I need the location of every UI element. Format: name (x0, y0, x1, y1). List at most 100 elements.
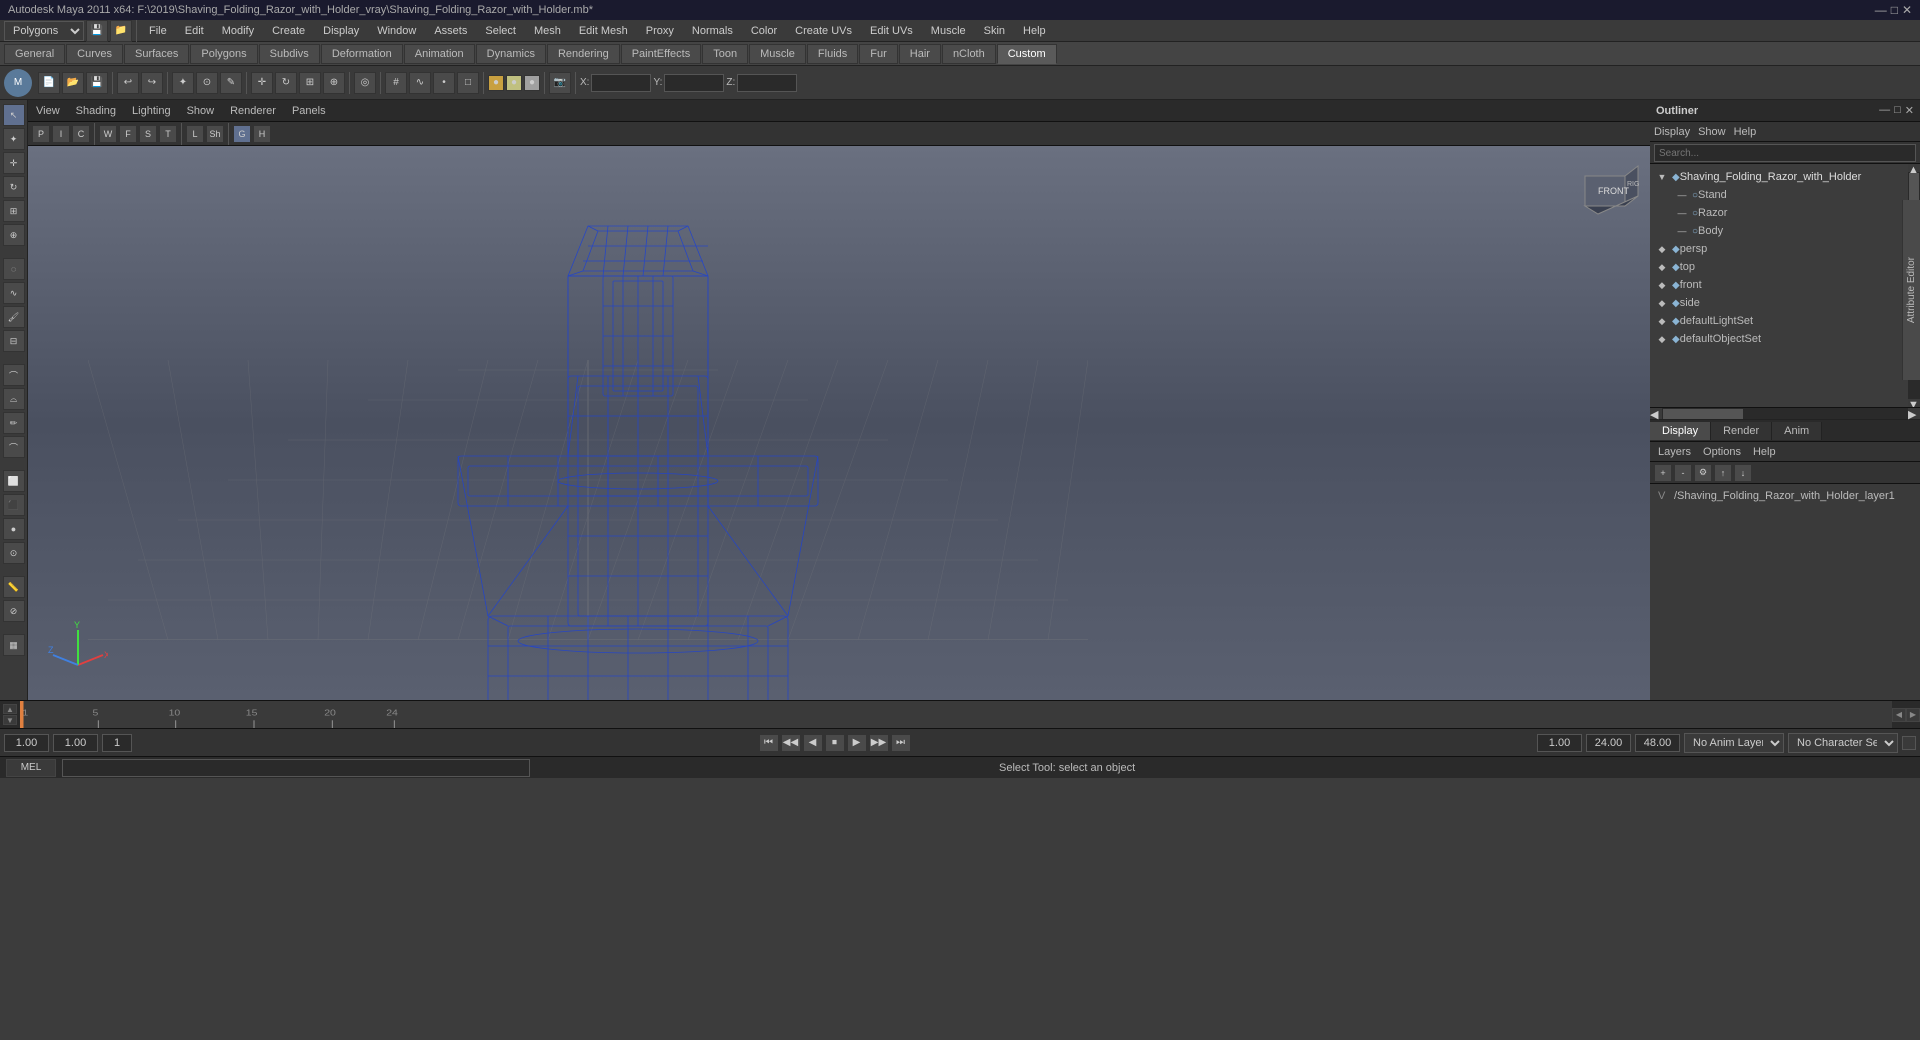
param-btn[interactable]: ⊘ (3, 600, 25, 622)
ep-curve-btn[interactable]: ⌓ (3, 388, 25, 410)
menu-window[interactable]: Window (369, 23, 424, 39)
menu-create-uvs[interactable]: Create UVs (787, 23, 860, 39)
open-btn[interactable]: 📁 (110, 20, 132, 42)
poly-plane-btn[interactable]: ⬜ (3, 470, 25, 492)
arc-btn[interactable]: ⌒ (3, 436, 25, 458)
move-btn[interactable]: ✛ (251, 72, 273, 94)
snap-view-btn[interactable]: □ (457, 72, 479, 94)
tab-fur[interactable]: Fur (859, 44, 898, 64)
tab-subdivs[interactable]: Subdivs (259, 44, 320, 64)
rotate-btn[interactable]: ↻ (275, 72, 297, 94)
stop-btn[interactable]: ⏹ (825, 734, 845, 752)
x-field[interactable] (591, 74, 651, 92)
vp-light-btn[interactable]: L (186, 125, 204, 143)
prev-frame-btn[interactable]: ◀ (803, 734, 823, 752)
layer-options-btn[interactable]: ⚙ (1694, 464, 1712, 482)
menu-normals[interactable]: Normals (684, 23, 741, 39)
vp-perspective-btn[interactable]: P (32, 125, 50, 143)
minimize-btn[interactable]: — (1875, 3, 1887, 17)
menu-color[interactable]: Color (743, 23, 785, 39)
outliner-display-menu[interactable]: Display (1654, 126, 1690, 138)
step-back-btn[interactable]: ◀◀ (781, 734, 801, 752)
outliner-float[interactable]: □ (1894, 104, 1901, 117)
menu-edit[interactable]: Edit (177, 23, 212, 39)
vp-grid-btn[interactable]: G (233, 125, 251, 143)
outliner-search-input[interactable] (1654, 144, 1916, 162)
tab-curves[interactable]: Curves (66, 44, 123, 64)
auto-key-btn[interactable] (1902, 736, 1916, 750)
help-menu[interactable]: Help (1753, 446, 1776, 458)
step-fwd-btn[interactable]: ▶▶ (869, 734, 889, 752)
pencil-btn[interactable]: ✏ (3, 412, 25, 434)
range-start-field[interactable] (4, 734, 49, 752)
scroll-left-btn[interactable]: ◀ (1650, 408, 1662, 419)
del-layer-btn[interactable]: - (1674, 464, 1692, 482)
range-start-field2[interactable] (53, 734, 98, 752)
view-cube[interactable]: FRONT RIGHT (1570, 156, 1640, 226)
command-input[interactable] (62, 759, 530, 777)
mode-dropdown[interactable]: Polygons Surfaces Dynamics Rendering Ani… (4, 21, 84, 41)
select-tool-btn[interactable]: ↖ (3, 104, 25, 126)
attribute-editor-tab[interactable]: Attribute Editor (1902, 200, 1920, 380)
tree-item-persp[interactable]: ◆ ◆ persp (1650, 240, 1908, 258)
menu-modify[interactable]: Modify (214, 23, 262, 39)
light-btn2[interactable]: ● (506, 75, 522, 91)
tab-custom[interactable]: Custom (997, 44, 1057, 64)
window-controls[interactable]: — □ ✕ (1875, 3, 1912, 17)
tree-item-defaultlightset[interactable]: ◆ ◆ defaultLightSet (1650, 312, 1908, 330)
options-menu[interactable]: Options (1703, 446, 1741, 458)
panels-menu[interactable]: Panels (292, 105, 326, 117)
scale-tool-btn[interactable]: ⊞ (3, 200, 25, 222)
outliner-help-menu[interactable]: Help (1734, 126, 1757, 138)
menu-edit-mesh[interactable]: Edit Mesh (571, 23, 636, 39)
tab-polygons[interactable]: Polygons (190, 44, 257, 64)
scroll-up-btn[interactable]: ▲ (1908, 164, 1920, 172)
poly-sphere-btn[interactable]: ● (3, 518, 25, 540)
open-file-btn[interactable]: 📂 (62, 72, 84, 94)
tab-deformation[interactable]: Deformation (321, 44, 403, 64)
measure-tool-btn[interactable]: 📏 (3, 576, 25, 598)
render-region-btn[interactable]: ▦ (3, 634, 25, 656)
tree-item-stand[interactable]: — ○ Stand (1650, 186, 1908, 204)
outliner-show-menu[interactable]: Show (1698, 126, 1726, 138)
show-manip-btn[interactable]: ⊕ (3, 224, 25, 246)
command-mode-indicator[interactable]: MEL (6, 759, 56, 777)
tab-surfaces[interactable]: Surfaces (124, 44, 189, 64)
lasso-tool-btn[interactable]: ◌ (3, 258, 25, 280)
poly-cube-btn[interactable]: ⬛ (3, 494, 25, 516)
tab-toon[interactable]: Toon (702, 44, 748, 64)
menu-skin[interactable]: Skin (976, 23, 1013, 39)
menu-select[interactable]: Select (477, 23, 524, 39)
tree-item-root[interactable]: ▼ ◆ Shaving_Folding_Razor_with_Holder (1650, 168, 1908, 186)
timeline-down-btn[interactable]: ▼ (3, 715, 17, 725)
tree-item-side[interactable]: ◆ ◆ side (1650, 294, 1908, 312)
save-scene-btn[interactable]: 💾 (86, 72, 108, 94)
rotate-tool-btn[interactable]: ↻ (3, 176, 25, 198)
menu-assets[interactable]: Assets (426, 23, 475, 39)
menu-file[interactable]: File (141, 23, 175, 39)
tab-render[interactable]: Render (1711, 422, 1772, 440)
redo-btn[interactable]: ↪ (141, 72, 163, 94)
light-btn1[interactable]: ● (488, 75, 504, 91)
tab-general[interactable]: General (4, 44, 65, 64)
go-end-btn[interactable]: ⏭ (891, 734, 911, 752)
anim-layer-dropdown[interactable]: No Anim Layer (1684, 733, 1784, 753)
viewport-canvas[interactable]: FRONT RIGHT X Y Z (28, 146, 1650, 700)
vp-hud-btn[interactable]: H (253, 125, 271, 143)
tab-ncloth[interactable]: nCloth (942, 44, 996, 64)
undo-btn[interactable]: ↩ (117, 72, 139, 94)
scroll-right-btn[interactable]: ▶ (1908, 408, 1920, 419)
outliner-minimize[interactable]: — (1879, 104, 1890, 117)
paint-select-btn[interactable]: ✦ (3, 128, 25, 150)
vp-wire-btn[interactable]: W (99, 125, 117, 143)
scroll-down-btn[interactable]: ▼ (1908, 399, 1920, 407)
all-transforms-btn[interactable]: ⊕ (323, 72, 345, 94)
camera-btn[interactable]: 📷 (549, 72, 571, 94)
tab-hair[interactable]: Hair (899, 44, 941, 64)
go-start-btn[interactable]: ⏮ (759, 734, 779, 752)
tab-fluids[interactable]: Fluids (807, 44, 858, 64)
select-btn[interactable]: ✦ (172, 72, 194, 94)
tree-item-body[interactable]: — ○ Body (1650, 222, 1908, 240)
tree-item-front[interactable]: ◆ ◆ front (1650, 276, 1908, 294)
z-field[interactable] (737, 74, 797, 92)
